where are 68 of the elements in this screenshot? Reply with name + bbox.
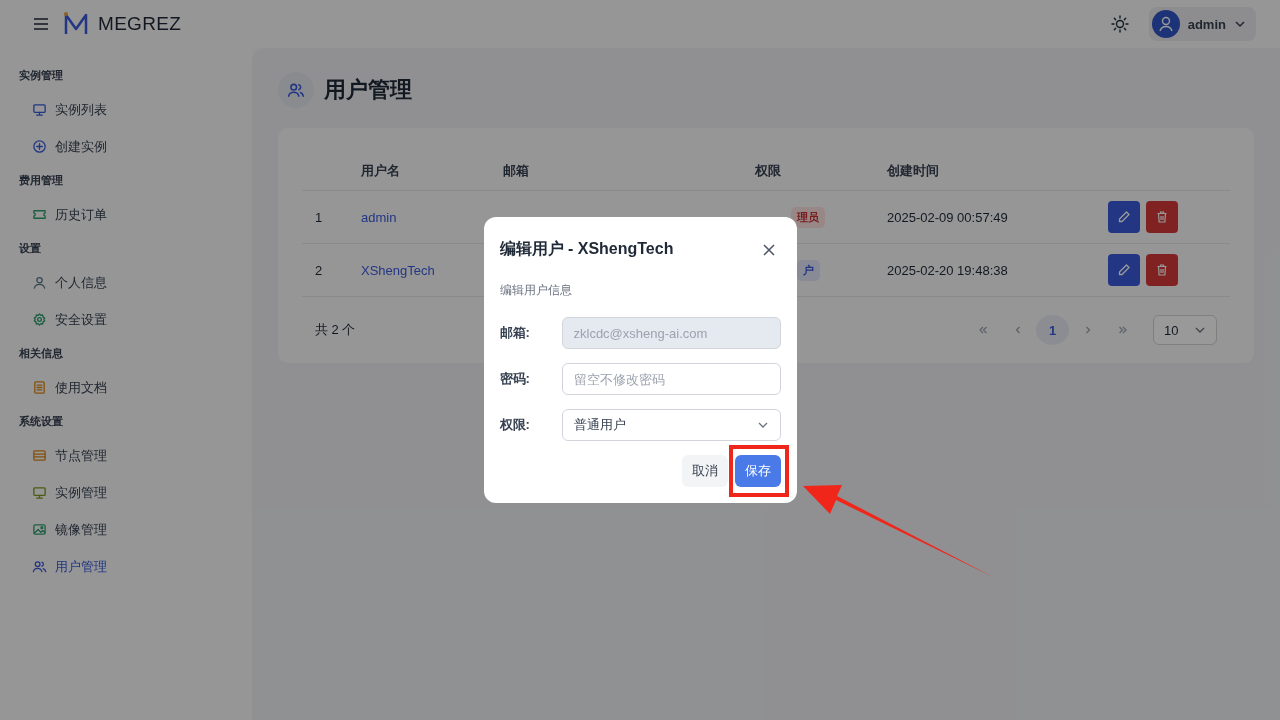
sidebar-item[interactable]: 实例管理 (0, 474, 252, 511)
sidebar-item[interactable]: 镜像管理 (0, 511, 252, 548)
sidebar-section-title: 设置 (18, 241, 42, 256)
sun-icon[interactable] (1110, 15, 1129, 33)
sidebar-section-title: 费用管理 (18, 173, 64, 188)
user-menu[interactable]: admin (1148, 7, 1256, 41)
monitor-icon (32, 485, 47, 500)
delete-button[interactable] (1146, 201, 1178, 233)
table-cell: 2 (302, 244, 348, 297)
doc-icon (32, 380, 47, 395)
column-header: 创建时间 (874, 152, 1095, 191)
monitor-icon (32, 102, 47, 117)
sidebar-item[interactable]: 用户管理 (0, 548, 252, 585)
users-icon (278, 72, 314, 108)
sidebar-section-title: 系统设置 (18, 414, 64, 429)
table-cell: 1 (302, 191, 348, 244)
sidebar-section-title: 实例管理 (18, 68, 64, 83)
pencil-icon (1117, 210, 1131, 224)
image-icon (32, 522, 47, 537)
role-select[interactable]: 普通用户 (561, 409, 781, 441)
column-header: 邮箱 (490, 152, 742, 191)
table-cell: 2025-02-20 19:48:38 (874, 244, 1095, 297)
page-title: 用户管理 (324, 76, 412, 104)
gear-icon (32, 312, 47, 327)
pencil-icon (1117, 263, 1131, 277)
users-icon (32, 559, 47, 574)
plus-icon (32, 139, 47, 154)
field-label: 密码: (499, 370, 531, 388)
username-link[interactable]: XShengTech (361, 262, 435, 278)
delete-button[interactable] (1146, 254, 1178, 286)
role-tag: 户 (797, 259, 820, 281)
highlight-box (729, 445, 789, 497)
server-icon (32, 448, 47, 463)
edit-button[interactable] (1108, 201, 1140, 233)
user-icon (32, 275, 47, 290)
edit-button[interactable] (1108, 254, 1140, 286)
password-field[interactable]: 留空不修改密码 (561, 363, 781, 395)
sidebar-item[interactable]: 实例列表 (0, 91, 252, 128)
brand-name: MEGREZ (98, 13, 182, 35)
page-size-select[interactable]: 10 (1153, 315, 1217, 345)
sidebar-item[interactable]: 使用文档 (0, 369, 252, 406)
dialog-subtitle: 编辑用户信息 (499, 282, 573, 299)
column-header: 用户名 (348, 152, 490, 191)
sidebar-item[interactable]: 创建实例 (0, 128, 252, 165)
cancel-button[interactable]: 取消 (681, 455, 728, 487)
chevron-down-icon (1234, 18, 1246, 30)
total-count: 共 2 个 (315, 321, 356, 339)
sidebar-item[interactable]: 节点管理 (0, 437, 252, 474)
sidebar-item[interactable]: 个人信息 (0, 264, 252, 301)
page-button[interactable]: 1 (1036, 315, 1069, 345)
double-chevron-right-icon (1116, 324, 1129, 336)
dialog-title: 编辑用户 - XShengTech (499, 239, 674, 259)
table-cell: 2025-02-09 00:57:49 (874, 191, 1095, 244)
username-link[interactable]: admin (361, 209, 397, 225)
field-label: 邮箱: (499, 324, 531, 342)
sidebar-item[interactable]: 历史订单 (0, 196, 252, 233)
menu-icon[interactable] (32, 15, 50, 33)
role-tag: 理员 (791, 206, 825, 228)
save-button[interactable]: 保存 (734, 455, 781, 487)
trash-icon (1155, 210, 1169, 224)
close-icon[interactable] (760, 241, 777, 258)
sidebar-item[interactable]: 安全设置 (0, 301, 252, 338)
column-header: 权限 (742, 152, 874, 191)
sidebar-section-title: 相关信息 (18, 346, 64, 361)
trash-icon (1155, 263, 1169, 277)
ticket-icon (32, 207, 47, 222)
field-label: 权限: (499, 416, 531, 434)
avatar-icon (1151, 10, 1180, 38)
